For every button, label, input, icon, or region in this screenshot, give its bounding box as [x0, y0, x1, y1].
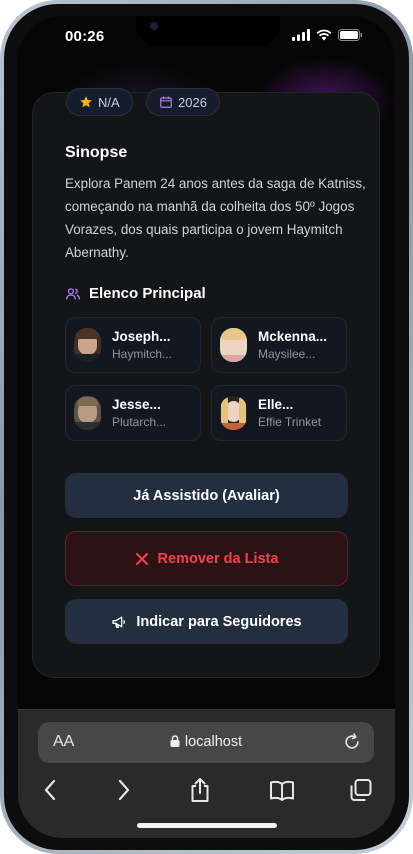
actor-avatar — [74, 396, 101, 430]
cast-name: Elle... — [258, 397, 294, 412]
forward-icon[interactable] — [110, 776, 138, 804]
year-value: 2026 — [178, 94, 207, 110]
signal-icon — [292, 29, 310, 41]
recommend-to-followers-button[interactable]: Indicar para Seguidores — [65, 599, 348, 644]
mark-watched-label: Já Assistido (Avaliar) — [133, 487, 280, 504]
cast-member-card[interactable]: Jesse... Plutarch... — [65, 385, 201, 441]
cast-member-card[interactable]: Elle... Effie Trinket — [211, 385, 347, 441]
rating-chip: N/A — [66, 88, 133, 116]
star-icon — [80, 96, 92, 108]
url-display[interactable]: localhost — [38, 734, 374, 750]
mark-watched-button[interactable]: Já Assistido (Avaliar) — [65, 473, 348, 518]
browser-toolbar: AA localhost — [18, 709, 395, 838]
remove-from-list-button[interactable]: Remover da Lista — [65, 531, 348, 586]
cast-name: Jesse... — [112, 397, 161, 412]
actor-avatar — [220, 328, 247, 362]
notch — [136, 16, 280, 46]
address-bar[interactable]: AA localhost — [38, 722, 374, 763]
cast-role: Effie Trinket — [258, 415, 322, 429]
url-text: localhost — [184, 734, 243, 750]
reload-icon[interactable] — [342, 732, 362, 752]
home-indicator — [137, 823, 277, 828]
phone-frame: 00:26 N/A 2026 Sinopse Explora Panem 24 … — [0, 0, 413, 854]
actor-avatar — [220, 396, 247, 430]
cast-role: Haymitch... — [112, 347, 173, 361]
recommend-label: Indicar para Seguidores — [136, 613, 302, 630]
cast-name: Mckenna... — [258, 329, 328, 344]
calendar-icon — [160, 96, 172, 108]
status-icons — [292, 29, 363, 41]
share-icon[interactable] — [186, 776, 214, 804]
close-icon — [135, 552, 148, 565]
synopsis-text: Explora Panem 24 anos antes da saga de K… — [65, 176, 366, 260]
camera-icon — [150, 22, 158, 30]
cast-heading: Elenco Principal — [65, 285, 206, 302]
cast-role: Maysilee... — [258, 347, 316, 361]
actor-avatar — [74, 328, 101, 362]
cast-member-card[interactable]: Joseph... Haymitch... — [65, 317, 201, 373]
screen: 00:26 N/A 2026 Sinopse Explora Panem 24 … — [18, 16, 395, 838]
rating-value: N/A — [98, 94, 120, 110]
synopsis-heading: Sinopse — [65, 144, 128, 161]
cast-role: Plutarch... — [112, 415, 167, 429]
bookmarks-icon[interactable] — [268, 776, 296, 804]
cast-heading-label: Elenco Principal — [89, 285, 206, 302]
cast-member-card[interactable]: Mckenna... Maysilee... — [211, 317, 347, 373]
people-icon — [66, 287, 80, 299]
cast-name: Joseph... — [112, 329, 171, 344]
battery-icon — [338, 29, 363, 41]
wifi-icon — [316, 29, 332, 41]
status-bar: 00:26 — [18, 16, 395, 56]
year-chip: 2026 — [146, 88, 220, 116]
tabs-icon[interactable] — [347, 776, 375, 804]
remove-from-list-label: Remover da Lista — [157, 550, 279, 567]
megaphone-icon — [112, 616, 126, 628]
status-time: 00:26 — [65, 28, 105, 45]
back-icon[interactable] — [36, 776, 64, 804]
lock-icon — [170, 735, 180, 747]
